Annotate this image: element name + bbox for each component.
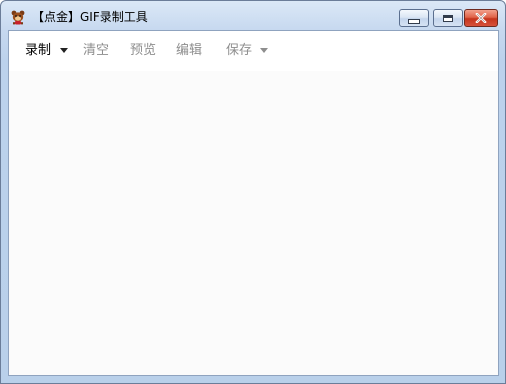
- recording-canvas[interactable]: [9, 71, 498, 375]
- record-button[interactable]: 录制: [25, 42, 51, 60]
- close-icon: [475, 13, 487, 23]
- save-button[interactable]: 保存: [226, 42, 252, 60]
- window-title: 【点金】GIF录制工具: [32, 10, 148, 24]
- record-dropdown-icon[interactable]: [60, 48, 68, 53]
- clear-button[interactable]: 清空: [83, 42, 109, 60]
- app-mascot-icon: [11, 10, 25, 25]
- title-bar[interactable]: 【点金】GIF录制工具: [1, 1, 505, 31]
- minimize-icon: [408, 18, 420, 24]
- preview-button[interactable]: 预览: [130, 42, 156, 60]
- maximize-icon: [443, 14, 453, 22]
- maximize-button[interactable]: [433, 9, 463, 27]
- toolbar: 录制 清空 预览 编辑 保存: [9, 31, 498, 71]
- close-button[interactable]: [464, 9, 498, 27]
- app-window: 【点金】GIF录制工具 录制 清空 预览 编辑 保存: [0, 0, 506, 384]
- minimize-button[interactable]: [399, 9, 429, 27]
- edit-button[interactable]: 编辑: [176, 42, 202, 60]
- save-dropdown-icon[interactable]: [260, 48, 268, 53]
- client-area: 录制 清空 预览 编辑 保存: [8, 30, 499, 376]
